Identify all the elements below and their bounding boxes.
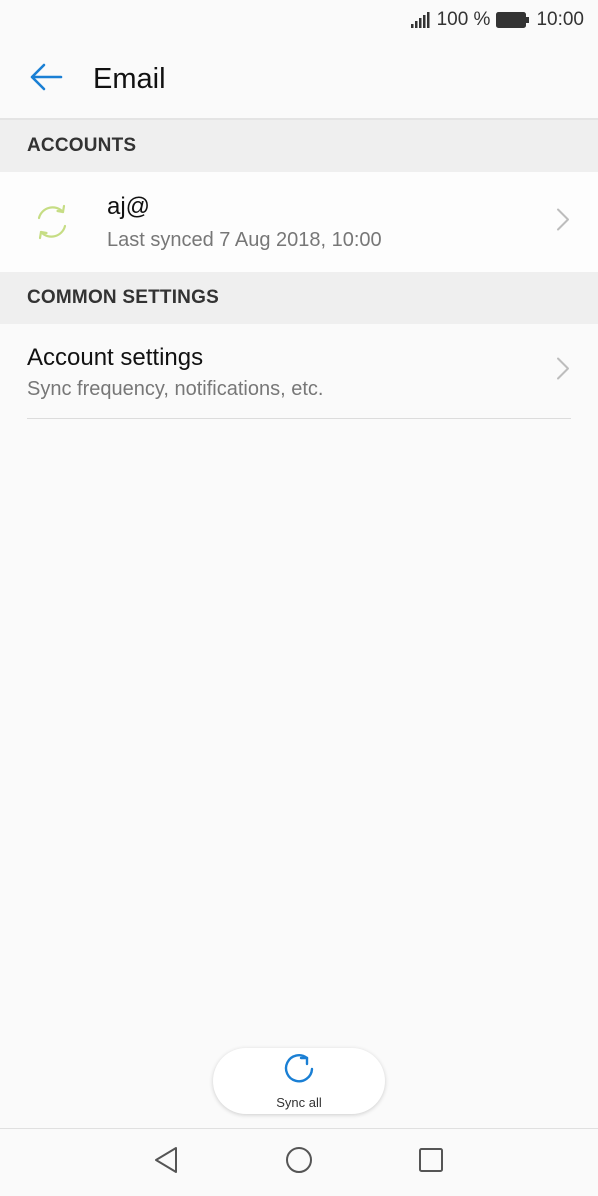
status-bar: 100 % 10:00 [0,0,598,40]
account-texts: aj@ Last synced 7 Aug 2018, 10:00 [107,193,382,252]
refresh-icon [281,1052,317,1091]
account-settings-subtitle: Sync frequency, notifications, etc. [27,378,324,400]
sync-all-label: Sync all [276,1095,322,1110]
account-name: aj@ [107,192,151,220]
battery-icon [496,12,530,28]
account-last-synced: Last synced 7 Aug 2018, 10:00 [107,228,382,251]
nav-recents-button[interactable] [414,1145,448,1179]
battery-percent: 100 % [436,9,491,30]
common-settings-section-header: COMMON SETTINGS [0,272,598,324]
status-time: 10:00 [536,9,584,30]
chevron-right-icon [556,357,570,386]
navigation-bar [0,1129,598,1196]
sync-icon [32,202,72,242]
account-settings-row[interactable]: Account settings Sync frequency, notific… [0,324,598,418]
nav-back-button[interactable] [149,1145,183,1179]
divider [27,418,571,419]
triangle-back-icon [152,1145,180,1180]
chevron-right-icon [556,208,570,237]
back-button[interactable] [16,49,76,109]
accounts-section-header: ACCOUNTS [0,120,598,172]
page-title: Email [93,62,166,95]
circle-home-icon [284,1145,314,1180]
square-recents-icon [417,1146,445,1179]
account-row[interactable]: aj@ Last synced 7 Aug 2018, 10:00 [0,172,598,272]
nav-home-button[interactable] [282,1145,316,1179]
account-settings-title: Account settings [27,344,204,371]
sync-all-button[interactable]: Sync all [213,1048,385,1114]
app-bar: Email [0,40,598,120]
arrow-left-icon [29,62,63,97]
signal-icon [410,12,431,28]
